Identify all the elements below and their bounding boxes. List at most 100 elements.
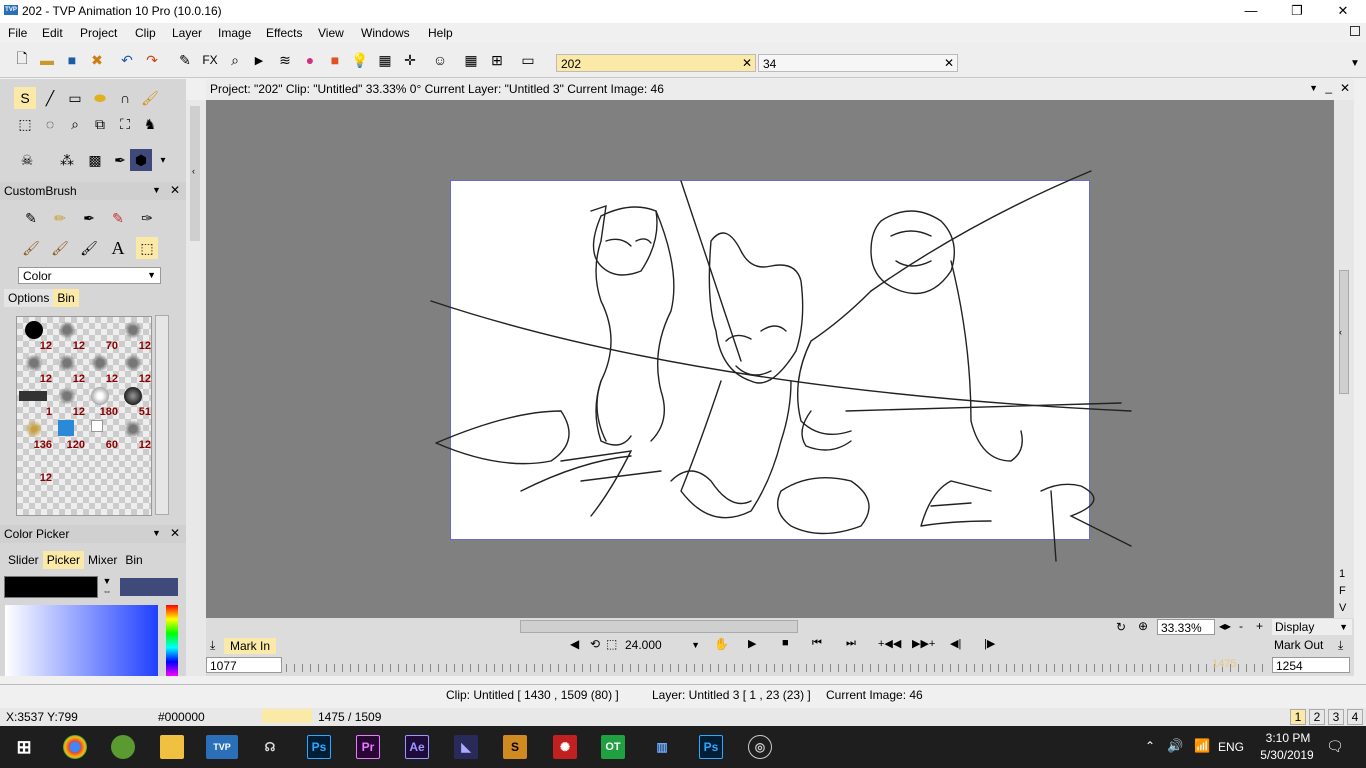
after-effects-icon[interactable]: Ae [405, 735, 429, 759]
last-frame-button[interactable]: ⏭ [846, 637, 856, 650]
language-indicator[interactable]: ENG [1218, 740, 1244, 754]
forward-button[interactable]: ▶▶+ [912, 637, 935, 650]
freehand-icon[interactable]: S [14, 87, 36, 109]
notification-icon[interactable]: 🗨 [1326, 738, 1344, 755]
brush-preset[interactable]: 12 [19, 451, 52, 484]
close-icon[interactable]: ✕ [944, 56, 954, 70]
brush-bin-scrollbar[interactable] [155, 315, 169, 515]
page-1-button[interactable]: 1 [1290, 709, 1306, 725]
chevron-down-icon[interactable]: ▼ [152, 528, 161, 538]
menu-effects[interactable]: Effects [266, 26, 302, 40]
warp-icon[interactable]: ⛶ [114, 113, 136, 135]
canvas-vscroll[interactable]: ‹ 1 F V [1334, 100, 1354, 618]
grid-icon[interactable]: ▦ [461, 50, 481, 70]
file-explorer-icon[interactable] [160, 735, 184, 759]
pen-icon[interactable]: ✑ [136, 207, 158, 229]
line-icon[interactable]: ╱ [39, 87, 61, 109]
text-tool-icon[interactable]: A [107, 237, 129, 259]
gradient-icon[interactable]: ■ [325, 50, 345, 70]
zoom-input[interactable]: 33.33% [1157, 619, 1215, 635]
chevron-up-icon[interactable]: ⌃ [1145, 739, 1155, 753]
primary-color-swatch[interactable] [4, 576, 98, 598]
crayon-icon[interactable]: ✎ [107, 207, 129, 229]
menu-clip[interactable]: Clip [135, 26, 156, 40]
sound-icon[interactable]: ◀ [570, 637, 579, 651]
close-icon[interactable]: ✕ [170, 526, 180, 540]
rotate-icon[interactable]: ↻ [1116, 620, 1126, 634]
prev-frame-button[interactable]: ◀| [950, 637, 961, 650]
end-frame-input[interactable]: 1254 [1272, 657, 1350, 673]
close-button[interactable]: ✕ [1320, 0, 1366, 23]
lasso-icon[interactable]: ◌ [39, 113, 61, 135]
pirate-icon[interactable]: ☠ [16, 149, 38, 171]
redo-icon[interactable]: ↷ [142, 50, 162, 70]
tab-bin[interactable]: Bin [121, 551, 146, 569]
fill-icon[interactable]: 🖌 [139, 87, 161, 109]
headphones-app-icon[interactable]: ☊ [258, 735, 282, 759]
stop-button[interactable]: ■ [782, 637, 789, 649]
tab-bin[interactable]: Bin [53, 289, 79, 307]
network-icon[interactable]: 📶 [1194, 738, 1210, 754]
loop-icon[interactable]: ⟲ [590, 637, 600, 651]
page-4-button[interactable]: 4 [1347, 709, 1363, 725]
mark-in-button[interactable]: Mark In [224, 638, 277, 654]
windows-start-icon[interactable]: ⊞ [12, 735, 36, 759]
close-icon[interactable]: ✕ [170, 183, 180, 197]
frame-ruler[interactable] [286, 664, 1270, 672]
minimize-icon[interactable]: _ [1325, 80, 1332, 94]
color-picker-square[interactable] [5, 605, 158, 676]
hue-slider[interactable] [166, 605, 178, 676]
brush-preset[interactable]: 60 [85, 418, 118, 451]
layer-label[interactable]: 1 [1339, 568, 1345, 580]
page-2-button[interactable]: 2 [1309, 709, 1325, 725]
menu-project[interactable]: Project [80, 26, 117, 40]
detach-icon[interactable] [1350, 26, 1360, 36]
clock-date[interactable]: 5/30/2019 [1256, 748, 1318, 762]
brush-preset[interactable]: 12 [19, 352, 52, 385]
rectangle-icon[interactable]: ▭ [64, 87, 86, 109]
hand-icon[interactable]: ✋ [714, 637, 729, 651]
magnify-icon[interactable]: ⌕ [64, 113, 86, 135]
display-select[interactable]: Display ▼ [1272, 619, 1352, 635]
tools-icon[interactable]: ✎ [175, 50, 195, 70]
brush-preset[interactable]: 12 [118, 352, 151, 385]
start-frame-input[interactable]: 1077 [206, 657, 282, 673]
center-icon[interactable]: ⊕ [1138, 619, 1148, 633]
save-icon[interactable]: ■ [62, 50, 82, 70]
new-file-icon[interactable]: 🗋 [12, 50, 32, 70]
eyedropper-icon[interactable]: ✒ [109, 149, 131, 171]
menu-file[interactable]: File [8, 26, 27, 40]
play-button[interactable]: ▶ [748, 637, 756, 650]
tab-mixer[interactable]: Mixer [84, 551, 121, 569]
secondary-color-swatch[interactable] [120, 578, 178, 596]
paintbrush-icon[interactable]: 🖌 [20, 237, 42, 259]
particle-icon[interactable]: ⁂ [56, 149, 78, 171]
project-tab-34[interactable]: 34 ✕ [758, 54, 958, 72]
close-project-icon[interactable]: ✖ [87, 50, 107, 70]
more-icon[interactable]: ▾ [152, 149, 174, 171]
brush-mode-select[interactable]: Color ▼ [18, 267, 161, 284]
panel-splitter[interactable]: ‹ [186, 100, 206, 676]
oil-brush-icon[interactable]: 🖌 [49, 237, 71, 259]
chevron-left-icon[interactable]: ‹ [192, 166, 195, 176]
close-icon[interactable]: ✕ [1340, 81, 1350, 95]
volume-icon[interactable]: 🔊 [1167, 738, 1183, 754]
obs-icon[interactable]: ◎ [748, 735, 772, 759]
frame-label[interactable]: F [1339, 585, 1346, 597]
arrow-down-icon[interactable]: ⤓ [1338, 638, 1343, 653]
menu-help[interactable]: Help [428, 26, 453, 40]
pencil-icon[interactable]: ✏ [49, 207, 71, 229]
arrow-down-icon[interactable]: ⤓ [210, 638, 215, 653]
menu-layer[interactable]: Layer [172, 26, 202, 40]
premiere-icon[interactable]: Pr [356, 735, 380, 759]
brush-preset[interactable]: 12 [52, 352, 85, 385]
rewind-button[interactable]: +◀◀ [878, 637, 901, 650]
close-icon[interactable]: ✕ [742, 56, 752, 70]
brush-preset[interactable]: 12 [85, 352, 118, 385]
tab-options[interactable]: Options [4, 289, 54, 307]
settings-app-icon[interactable]: ✺ [553, 735, 577, 759]
color-swatch-icon[interactable]: ⬢ [130, 149, 152, 171]
chrome-icon[interactable] [63, 735, 87, 759]
layers-icon[interactable]: ≋ [275, 50, 295, 70]
photoshop-icon-2[interactable]: Ps [699, 735, 723, 759]
